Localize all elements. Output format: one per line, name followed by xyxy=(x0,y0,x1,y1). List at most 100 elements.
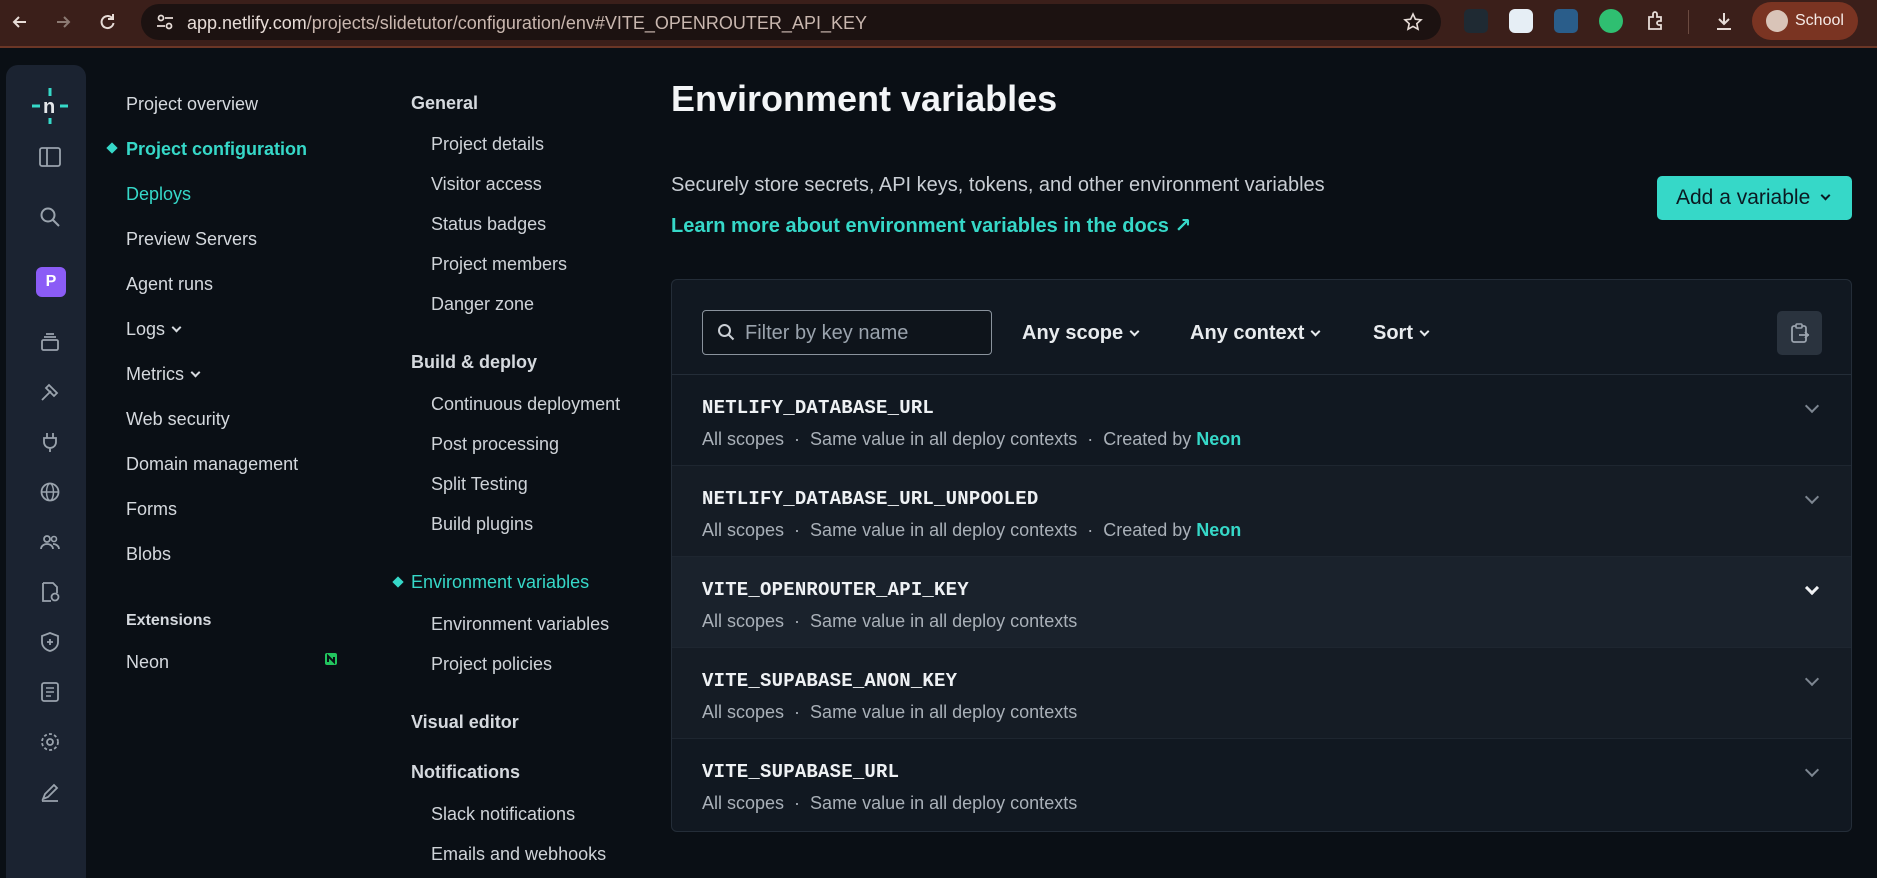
arrow-left-icon xyxy=(12,16,26,28)
add-variable-label: Add a variable xyxy=(1676,186,1811,209)
created-by-link[interactable]: Neon xyxy=(1196,429,1241,449)
team-icon[interactable] xyxy=(38,530,62,554)
subnav-visitor-access[interactable]: Visitor access xyxy=(431,174,542,195)
nav-project-overview[interactable]: Project overview xyxy=(126,94,258,115)
svg-text:n: n xyxy=(43,96,55,118)
plug-icon[interactable] xyxy=(38,430,62,454)
nav-domain-management[interactable]: Domain management xyxy=(126,454,298,475)
nav-deploys[interactable]: Deploys xyxy=(126,184,191,205)
forward-button[interactable] xyxy=(49,8,77,36)
nav-logs[interactable]: Logs xyxy=(126,319,182,340)
chevron-down-icon xyxy=(171,322,182,333)
variable-row[interactable]: VITE_SUPABASE_URL All scopes · Same value … xyxy=(672,739,1851,830)
scope-dropdown[interactable]: Any scope xyxy=(1022,322,1140,345)
subnav-slack-notifications[interactable]: Slack notifications xyxy=(431,804,575,825)
subnav-continuous-deployment[interactable]: Continuous deployment xyxy=(431,394,620,415)
nav-extension-neon[interactable]: Neon xyxy=(126,652,169,673)
clipboard-import-icon xyxy=(1790,323,1809,343)
bookmark-star-icon[interactable] xyxy=(1403,12,1423,32)
reload-button[interactable] xyxy=(93,8,121,36)
extension-2-icon[interactable] xyxy=(1509,9,1533,33)
variable-row[interactable]: VITE_SUPABASE_ANON_KEY All scopes · Same v… xyxy=(672,648,1851,739)
subnav-environment-variables[interactable]: Environment variables xyxy=(431,614,609,635)
sort-dropdown[interactable]: Sort xyxy=(1373,322,1430,345)
project-badge[interactable]: P xyxy=(36,267,66,297)
subnav-project-details[interactable]: Project details xyxy=(431,134,544,155)
variable-row[interactable]: NETLIFY_DATABASE_URL_UNPOOLED All scopes… xyxy=(672,466,1851,557)
filter-input[interactable] xyxy=(745,319,985,347)
context-dropdown-label: Any context xyxy=(1190,322,1305,344)
variable-key: VITE_OPENROUTER_API_KEY xyxy=(702,579,969,601)
expand-chevron-icon[interactable] xyxy=(1804,489,1820,505)
variable-meta: All scopes · Same value in all deploy cont… xyxy=(702,793,1078,813)
subnav-emails-webhooks[interactable]: Emails and webhooks xyxy=(431,844,606,865)
variable-contexts: Same value in all deploy contexts xyxy=(810,611,1078,631)
expand-chevron-icon[interactable] xyxy=(1804,762,1820,778)
hammer-icon[interactable] xyxy=(38,380,62,404)
sidebar-toggle-icon[interactable] xyxy=(38,145,62,169)
nav-web-security[interactable]: Web security xyxy=(126,409,230,430)
filter-box xyxy=(702,310,992,355)
profile-button[interactable]: School xyxy=(1752,2,1858,40)
nav-preview-servers[interactable]: Preview Servers xyxy=(126,229,257,250)
subnav-build-plugins[interactable]: Build plugins xyxy=(431,514,533,535)
nav-project-configuration[interactable]: Project configuration xyxy=(126,139,307,160)
edit-icon[interactable] xyxy=(38,780,62,804)
expand-chevron-icon[interactable] xyxy=(1804,398,1820,414)
chevron-down-icon xyxy=(1311,326,1321,337)
section-environment-variables[interactable]: Environment variables xyxy=(411,572,589,593)
subnav-split-testing[interactable]: Split Testing xyxy=(431,474,528,495)
site-settings-icon[interactable] xyxy=(155,13,175,31)
variable-meta: All scopes · Same value in all deploy cont… xyxy=(702,520,1242,540)
active-indicator-icon xyxy=(106,142,118,154)
netlify-logo-icon[interactable]: n xyxy=(30,86,70,126)
layers-icon[interactable] xyxy=(38,330,62,354)
shield-icon[interactable] xyxy=(38,630,62,654)
chevron-down-icon xyxy=(1129,326,1140,337)
nav-metrics[interactable]: Metrics xyxy=(126,364,201,385)
active-indicator-icon xyxy=(392,576,404,588)
gear-icon[interactable] xyxy=(38,730,62,754)
extension-1-icon[interactable] xyxy=(1464,9,1488,33)
nav-blobs[interactable]: Blobs xyxy=(126,544,171,565)
variable-key: VITE_SUPABASE_URL xyxy=(702,761,900,783)
subnav-project-members[interactable]: Project members xyxy=(431,254,567,275)
section-build-deploy[interactable]: Build & deploy xyxy=(411,352,537,373)
add-variable-button[interactable]: Add a variable xyxy=(1657,176,1852,220)
expand-chevron-icon[interactable] xyxy=(1804,580,1820,596)
subnav-post-processing[interactable]: Post processing xyxy=(431,434,559,455)
nav-agent-runs[interactable]: Agent runs xyxy=(126,274,213,295)
variable-row[interactable]: VITE_OPENROUTER_API_KEY All scopes · Same … xyxy=(672,557,1851,648)
extension-3-icon[interactable] xyxy=(1554,9,1578,33)
search-icon[interactable] xyxy=(38,205,62,229)
ledger-icon[interactable] xyxy=(38,680,62,704)
security-scan-icon[interactable] xyxy=(38,580,62,604)
extensions-heading: Extensions xyxy=(126,612,212,629)
download-icon[interactable] xyxy=(1712,9,1736,33)
extension-4-icon[interactable] xyxy=(1599,9,1623,33)
variable-contexts: Same value in all deploy contexts xyxy=(810,520,1078,540)
globe-icon[interactable] xyxy=(38,480,62,504)
variable-key: NETLIFY_DATABASE_URL xyxy=(702,397,935,419)
variable-row[interactable]: NETLIFY_DATABASE_URL All scopes · Same val… xyxy=(672,375,1851,466)
subnav-danger-zone[interactable]: Danger zone xyxy=(431,294,534,315)
variable-contexts: Same value in all deploy contexts xyxy=(810,793,1078,813)
created-by-label: Created by xyxy=(1103,520,1192,540)
extensions-puzzle-icon[interactable] xyxy=(1644,9,1668,33)
variable-scopes: All scopes xyxy=(702,429,785,449)
subnav-status-badges[interactable]: Status badges xyxy=(431,214,546,235)
section-visual-editor[interactable]: Visual editor xyxy=(411,712,519,733)
page-title: Environment variables xyxy=(671,78,1058,119)
import-variables-button[interactable] xyxy=(1777,311,1822,355)
context-dropdown[interactable]: Any context xyxy=(1190,322,1321,345)
nav-forms[interactable]: Forms xyxy=(126,499,177,520)
section-notifications[interactable]: Notifications xyxy=(411,762,520,783)
back-button[interactable] xyxy=(6,8,34,36)
section-general[interactable]: General xyxy=(411,93,478,114)
variable-meta: All scopes · Same value in all deploy cont… xyxy=(702,611,1078,631)
address-bar[interactable]: app.netlify.com/projects/slidetutor/conf… xyxy=(141,4,1441,40)
subnav-project-policies[interactable]: Project policies xyxy=(431,654,552,675)
docs-link[interactable]: Learn more about environment variables i… xyxy=(671,213,1191,238)
created-by-link[interactable]: Neon xyxy=(1196,520,1241,540)
expand-chevron-icon[interactable] xyxy=(1804,671,1820,687)
